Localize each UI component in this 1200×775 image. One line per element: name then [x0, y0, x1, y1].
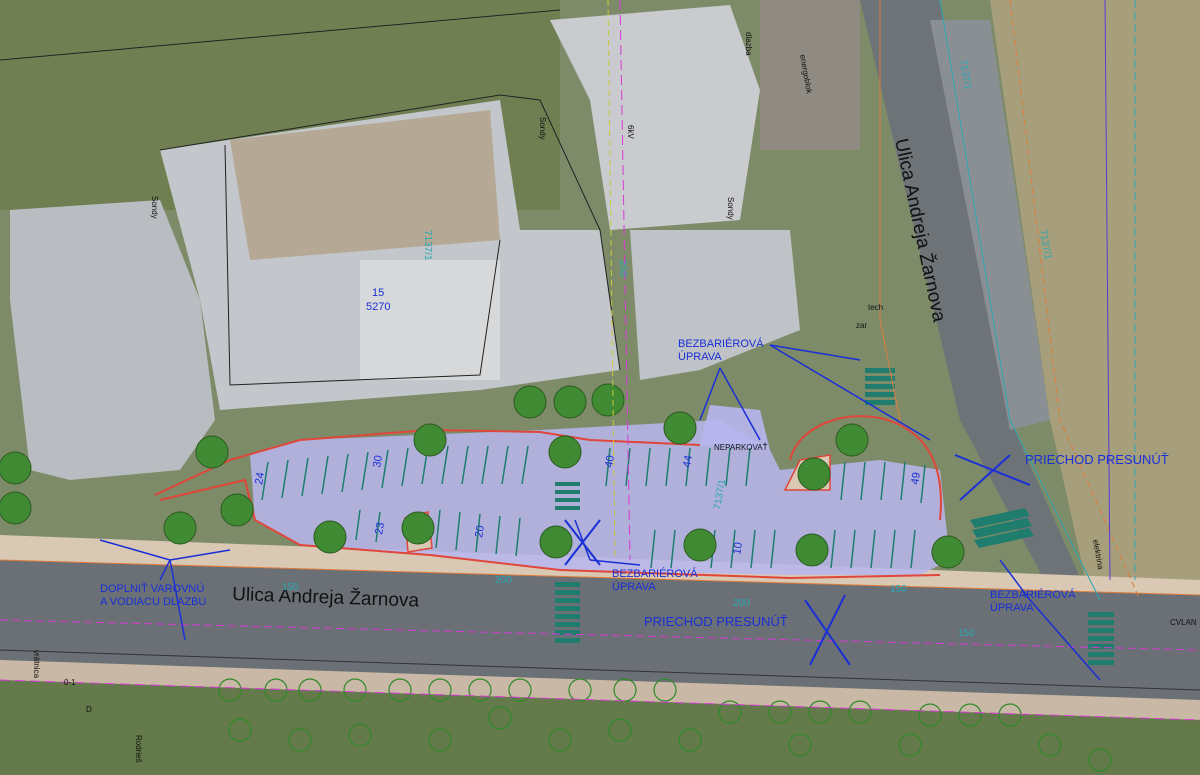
label-vratnica: vrátnica	[32, 650, 41, 679]
dimension-label: 7137/1	[422, 230, 433, 261]
dimension-label: 200	[495, 575, 512, 586]
label-cvlan: CVLAN	[1170, 618, 1197, 627]
parking-number: 49	[909, 471, 923, 485]
bezbarierova-mid-line1: BEZBARIÉROVÁ	[612, 567, 698, 580]
label-dlazba: dlazba	[744, 32, 753, 56]
label-sondy-3: Sondy	[726, 197, 735, 220]
label-elektrina: elektrina	[1091, 539, 1105, 571]
label-sondy-1: Sondy	[150, 196, 159, 219]
street-label-vertical: Ulica Andreja Žarnova	[890, 136, 950, 324]
dimension-label: 200	[617, 260, 628, 277]
label-energoblok: energoblok	[798, 54, 814, 96]
parking-number: 44	[681, 454, 695, 468]
parking-number: 24	[253, 471, 267, 485]
doplnit-line2: A VODIACU DLAZBU	[100, 596, 206, 608]
parking-number: 23	[373, 521, 387, 535]
map-labels: Ulica Andreja Žarnova Ulica Andreja Žarn…	[32, 32, 1197, 763]
dimension-label: 150	[958, 628, 975, 639]
dimension-label: 150	[282, 582, 299, 593]
label-d: D	[86, 705, 92, 714]
bezbarierova-top-line1: BEZBARIÉROVÁ	[678, 337, 764, 350]
doplnit-line1: DOPLNIŤ VAROVNÚ	[100, 582, 204, 595]
label-tech: tech	[868, 303, 883, 312]
label-0-1: 0-1	[64, 678, 76, 687]
dimension-label: 150	[890, 584, 907, 595]
label-rodries: Rodrieš	[134, 735, 143, 763]
bezbarierova-right-line1: BEZBARIÉROVÁ	[990, 588, 1076, 601]
bezbarierova-mid-line2: ÚPRAVA	[612, 580, 656, 593]
parking-number: 10	[731, 541, 745, 555]
priechod-right: PRIECHOD PRESUNÚŤ	[1025, 452, 1169, 467]
dimension-label: 7137/1	[1037, 229, 1053, 261]
label-sondy-2: Sondy	[538, 117, 547, 140]
label-building-number: 15	[372, 287, 384, 299]
label-neparkovat: NEPARKOVAŤ	[714, 443, 768, 452]
bezbarierova-top-line2: ÚPRAVA	[678, 350, 722, 363]
dimension-label: 7137/1	[712, 478, 728, 510]
parking-number: 20	[473, 524, 487, 538]
parking-number: 30	[371, 454, 385, 468]
dimension-label: 200	[733, 598, 750, 609]
street-label-horizontal: Ulica Andreja Žarnova	[232, 583, 420, 612]
dimension-label: 7137/1	[957, 59, 973, 91]
bezbarierova-right-line2: ÚPRAVA	[990, 601, 1034, 614]
priechod-bottom: PRIECHOD PRESUNÚŤ	[644, 614, 788, 629]
label-zar: zar	[856, 321, 867, 330]
label-building-parcel: 5270	[366, 301, 390, 313]
parking-number: 40	[603, 454, 617, 468]
dimension-label: 6kV	[626, 125, 635, 139]
